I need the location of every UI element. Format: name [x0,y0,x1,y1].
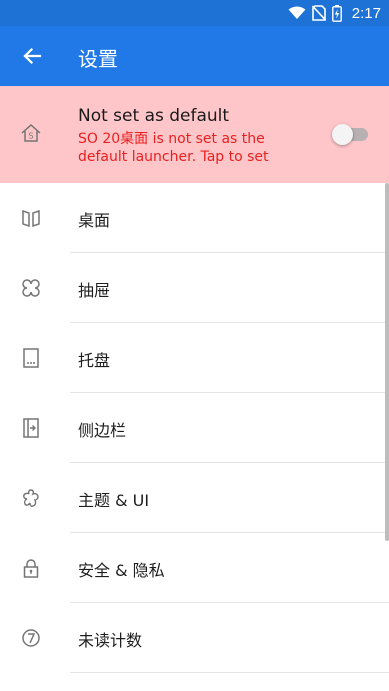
banner-title: Not set as default [78,106,230,126]
menu-item-label: 抽屉 [78,281,111,300]
lock-icon [23,559,39,578]
menu-item-label: 安全 & 隐私 [78,561,165,580]
menu-item-unread-count[interactable]: 未读计数 [0,603,389,673]
divider [70,672,389,673]
menu-item-sidebar[interactable]: 侧边栏 [0,393,389,463]
menu-item-tray[interactable]: 托盘 [0,323,389,393]
default-launcher-banner[interactable]: S Not set as default SO 20桌面 is not set … [0,86,389,183]
status-icons: 2:17 [288,3,381,23]
menu-item-label: 托盘 [78,351,111,370]
menu-item-security-privacy[interactable]: 安全 & 隐私 [0,533,389,603]
home-s-icon: S [21,123,41,142]
back-button[interactable] [10,34,54,78]
settings-menu: 桌面 抽屉 托盘 侧边栏 主题 & UI 安全 & 隐私 未读计数 [0,183,389,673]
battery-charging-icon [331,4,342,22]
menu-item-theme[interactable]: 主题 & UI [0,463,389,533]
drawer-clover-icon [22,279,40,297]
scrollbar[interactable] [385,183,389,541]
menu-item-label: 侧边栏 [78,421,127,440]
wifi-icon [288,6,306,19]
tray-icon [23,348,39,368]
svg-text:S: S [28,132,33,141]
menu-item-label: 主题 & UI [78,491,150,510]
menu-item-desktop[interactable]: 桌面 [0,183,389,253]
set-default-toggle[interactable] [332,123,370,145]
badge-count-icon [22,629,40,647]
page-title: 设置 [78,47,118,71]
sidebar-icon [23,418,39,438]
desktop-panels-icon [22,209,40,228]
theme-icon [23,489,39,507]
menu-item-drawer[interactable]: 抽屉 [0,253,389,323]
banner-description: SO 20桌面 is not set as the default launch… [78,131,269,165]
menu-item-label: 未读计数 [78,631,143,650]
app-bar: 设置 [0,26,389,86]
status-bar: 2:17 [0,0,389,26]
menu-item-label: 桌面 [78,211,111,230]
arrow-left-icon [23,47,42,65]
toggle-thumb [332,124,353,145]
no-sim-icon [311,5,326,21]
status-time: 2:17 [351,4,381,22]
